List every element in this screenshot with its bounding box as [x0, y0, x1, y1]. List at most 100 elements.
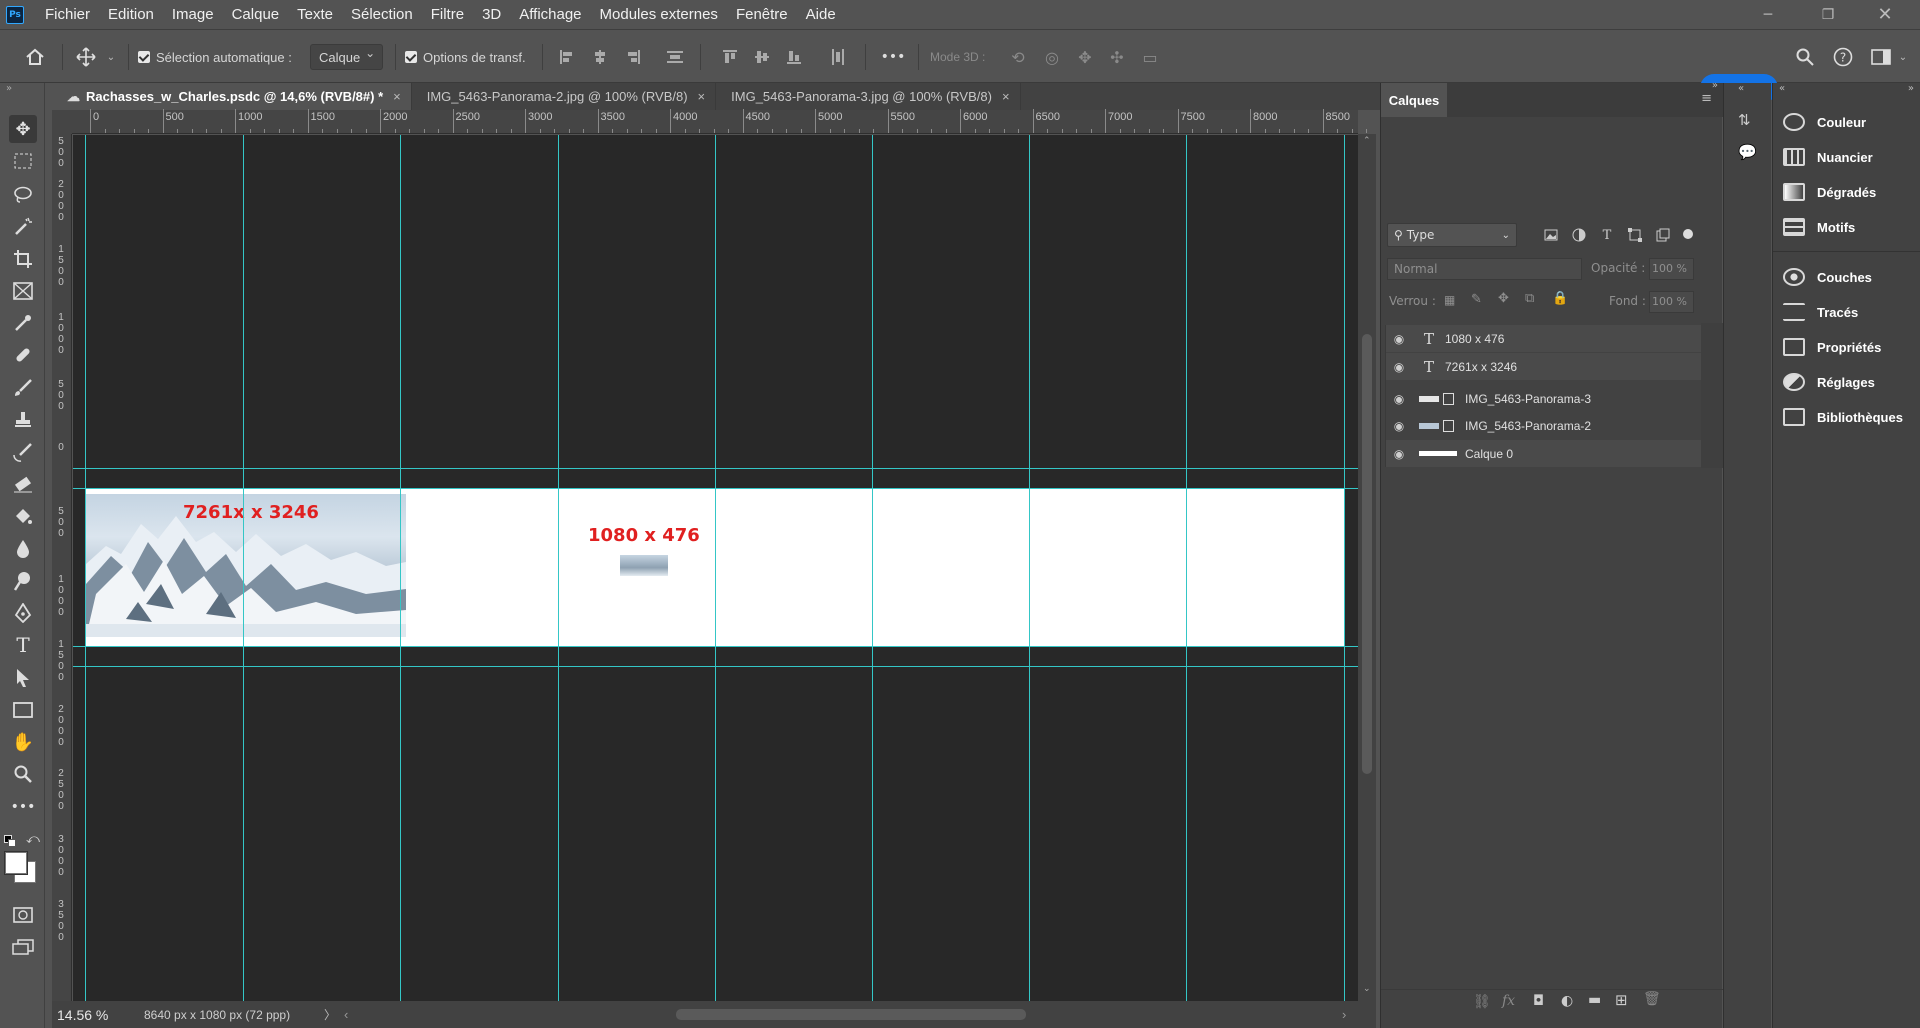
- guide-vertical[interactable]: [85, 135, 86, 1001]
- status-arrow-icon[interactable]: 〉: [324, 1006, 344, 1023]
- tab-rachasses[interactable]: ☁ Rachasses_w_Charles.psdc @ 14,6% (RVB/…: [52, 83, 412, 110]
- auto-select-dropdown[interactable]: Calque: [310, 44, 384, 70]
- eyedropper-icon[interactable]: [9, 309, 37, 337]
- distribute-vertical-icon[interactable]: [665, 30, 685, 84]
- panel-nuancier[interactable]: Nuancier: [1783, 142, 1873, 172]
- scroll-down-icon[interactable]: ⌄: [1363, 984, 1371, 994]
- lock-transparent-icon[interactable]: ▦: [1444, 293, 1455, 307]
- vertical-ruler[interactable]: 500 2000 1500 1000 500 0 500 1000 1500 2000 2500 30…: [52, 134, 72, 1001]
- menu-texte[interactable]: Texte: [288, 0, 342, 29]
- filter-smart-object-icon[interactable]: [1653, 223, 1673, 247]
- new-group-icon[interactable]: ▬: [1588, 992, 1601, 1008]
- scroll-up-icon[interactable]: ⌃: [1363, 136, 1371, 146]
- menu-filtre[interactable]: Filtre: [422, 0, 473, 29]
- close-tab-icon[interactable]: ×: [698, 89, 706, 104]
- scroll-right-icon[interactable]: ›: [1342, 1007, 1346, 1022]
- stamp-tool-icon[interactable]: [9, 406, 37, 434]
- layer-name[interactable]: IMG_5463-Panorama-2: [1465, 419, 1591, 433]
- align-right-icon[interactable]: [623, 30, 643, 84]
- menu-calque[interactable]: Calque: [223, 0, 289, 29]
- menu-affichage[interactable]: Affichage: [510, 0, 590, 29]
- magic-wand-icon[interactable]: [9, 213, 37, 241]
- guide-vertical[interactable]: [400, 135, 401, 1001]
- minimize-button[interactable]: ─: [1745, 0, 1791, 29]
- layer-text-large[interactable]: 7261x x 3246: [183, 502, 319, 523]
- layer-name[interactable]: Calque 0: [1465, 447, 1513, 461]
- lock-all-icon[interactable]: 🔒: [1552, 291, 1568, 306]
- horizontal-scrollbar[interactable]: [676, 1009, 1026, 1020]
- collapse-icon[interactable]: «: [1779, 83, 1785, 94]
- home-icon[interactable]: [20, 30, 50, 84]
- scroll-thumb[interactable]: [1362, 334, 1372, 774]
- canvas-area[interactable]: 7261x x 3246 1080 x 476: [73, 135, 1358, 1001]
- guide-vertical[interactable]: [243, 135, 244, 1001]
- frame-tool-icon[interactable]: [9, 277, 37, 305]
- align-left-icon[interactable]: [557, 30, 577, 84]
- opacity-input[interactable]: 100 %: [1649, 258, 1694, 280]
- path-selection-icon[interactable]: [9, 664, 37, 692]
- camera-3d-icon[interactable]: ▭: [1138, 30, 1162, 84]
- panel-traces[interactable]: Tracés: [1783, 297, 1858, 327]
- zoom-tool-icon[interactable]: [9, 760, 37, 788]
- align-bottom-icon[interactable]: [784, 30, 804, 84]
- menu-selection[interactable]: Sélection: [342, 0, 422, 29]
- eraser-tool-icon[interactable]: [9, 470, 37, 498]
- lasso-tool-icon[interactable]: [9, 180, 37, 208]
- history-brush-icon[interactable]: [9, 438, 37, 466]
- more-tools-icon[interactable]: •••: [9, 793, 37, 821]
- lock-position-icon[interactable]: ✥: [1498, 291, 1509, 306]
- guide-horizontal[interactable]: [73, 666, 1358, 667]
- hand-tool-icon[interactable]: ✋: [9, 728, 37, 756]
- panel-degrades[interactable]: Dégradés: [1783, 177, 1876, 207]
- menu-fichier[interactable]: Fichier: [36, 0, 99, 29]
- paint-bucket-icon[interactable]: [9, 503, 37, 531]
- layer-name[interactable]: IMG_5463-Panorama-3: [1465, 392, 1591, 406]
- align-middle-icon[interactable]: [752, 30, 772, 84]
- align-center-icon[interactable]: [590, 30, 610, 84]
- panel-reglages[interactable]: Réglages: [1783, 367, 1875, 397]
- horizontal-ruler[interactable]: 0 500 1000 1500 2000 2500 3000 3500 4000 4500 5000…: [72, 109, 1382, 134]
- eye-icon[interactable]: ◉: [1385, 360, 1413, 374]
- blend-mode-dropdown[interactable]: Normal: [1387, 258, 1582, 280]
- collapse-icon[interactable]: «: [1738, 83, 1744, 94]
- transform-options-checkbox[interactable]: Options de transf.: [405, 30, 526, 84]
- tab-panorama-2[interactable]: IMG_5463-Panorama-2.jpg @ 100% (RVB/8) ×: [412, 83, 717, 110]
- vertical-scrollbar[interactable]: ⌃ ⌄: [1358, 134, 1376, 1001]
- orbit-3d-icon[interactable]: ⟲: [1006, 30, 1030, 84]
- layer-row-calque-0[interactable]: ◉ Calque 0: [1385, 440, 1701, 467]
- search-icon[interactable]: [1792, 30, 1818, 84]
- brush-tool-icon[interactable]: [9, 374, 37, 402]
- help-icon[interactable]: ?: [1830, 30, 1856, 84]
- menu-modules[interactable]: Modules externes: [591, 0, 727, 29]
- pan-3d-icon[interactable]: ✥: [1073, 30, 1097, 84]
- scroll-left-icon[interactable]: ‹: [344, 1007, 348, 1022]
- link-layers-icon[interactable]: ⛓: [1473, 994, 1491, 1010]
- fill-input[interactable]: 100 %: [1649, 291, 1694, 313]
- chevron-down-icon[interactable]: ⌄: [1896, 30, 1910, 84]
- delete-layer-icon[interactable]: 🗑: [1643, 991, 1661, 1007]
- eye-icon[interactable]: ◉: [1385, 447, 1413, 461]
- foreground-color-swatch[interactable]: [5, 852, 27, 874]
- align-top-icon[interactable]: [720, 30, 740, 84]
- collapse-panel-icon[interactable]: »: [1712, 80, 1718, 91]
- new-layer-icon[interactable]: ⊞: [1615, 991, 1628, 1009]
- default-colors-icon[interactable]: [4, 835, 16, 847]
- layer-row-text-7261[interactable]: ◉ T 7261x x 3246: [1385, 353, 1701, 380]
- guide-vertical[interactable]: [1186, 135, 1187, 1001]
- menu-3d[interactable]: 3D: [473, 0, 510, 29]
- crop-tool-icon[interactable]: [9, 245, 37, 273]
- eye-icon[interactable]: ◉: [1385, 392, 1413, 406]
- comments-icon[interactable]: 💬: [1738, 143, 1758, 165]
- guide-vertical[interactable]: [1029, 135, 1030, 1001]
- close-tab-icon[interactable]: ×: [1002, 89, 1010, 104]
- menu-fenetre[interactable]: Fenêtre: [727, 0, 797, 29]
- distribute-horizontal-icon[interactable]: [828, 30, 848, 84]
- guide-horizontal[interactable]: [73, 488, 1358, 489]
- layers-panel-tab[interactable]: Calques: [1381, 83, 1447, 117]
- filter-pixel-icon[interactable]: [1541, 223, 1561, 247]
- auto-select-checkbox[interactable]: Sélection automatique :: [138, 30, 292, 84]
- more-options-icon[interactable]: •••: [878, 30, 908, 84]
- restore-button[interactable]: ❐: [1805, 0, 1851, 29]
- close-tab-icon[interactable]: ×: [393, 89, 401, 104]
- type-tool-icon[interactable]: T: [9, 631, 37, 659]
